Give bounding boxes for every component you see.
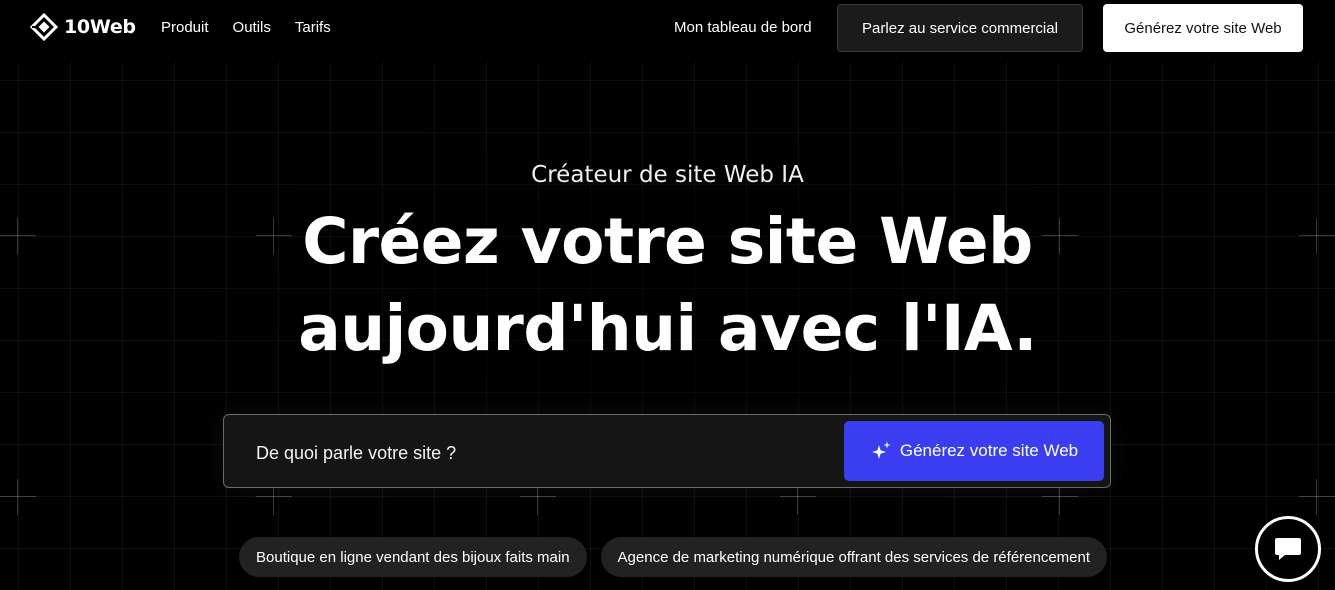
top-navigation-bar: 10Web Produit Outils Tarifs Mon tableau …: [0, 0, 1335, 58]
page: 10Web Produit Outils Tarifs Mon tableau …: [0, 0, 1335, 590]
site-description-input[interactable]: [254, 439, 838, 467]
headline-line-2: aujourd'hui avec l'IA.: [298, 292, 1037, 365]
header-generate-site-button[interactable]: Générez votre site Web: [1103, 4, 1303, 52]
diamond-logo-icon: [30, 13, 58, 41]
sparkle-icon: [871, 441, 891, 459]
contact-sales-button[interactable]: Parlez au service commercial: [837, 4, 1083, 52]
prompt-box: Générez votre site Web: [223, 414, 1111, 488]
chat-bubble-icon: [1275, 538, 1301, 560]
suggestion-chip-jewelry[interactable]: Boutique en ligne vendant des bijoux fai…: [239, 537, 587, 577]
nav-item-tarifs[interactable]: Tarifs: [295, 19, 331, 36]
main-nav: Produit Outils Tarifs: [161, 19, 331, 36]
nav-item-produit[interactable]: Produit: [161, 19, 209, 36]
chat-widget-button[interactable]: [1255, 516, 1321, 582]
dashboard-link[interactable]: Mon tableau de bord: [674, 19, 812, 36]
generate-site-button-label: Générez votre site Web: [899, 441, 1079, 460]
suggestion-chip-marketing[interactable]: Agence de marketing numérique offrant de…: [600, 537, 1108, 577]
hero-subtitle: Créateur de site Web IA: [531, 162, 804, 188]
nav-item-outils[interactable]: Outils: [233, 19, 271, 36]
hero-headline: Créez votre site Web aujourd'hui avec l'…: [0, 198, 1335, 372]
generate-site-button[interactable]: Générez votre site Web: [844, 421, 1104, 481]
headline-line-1: Créez votre site Web: [302, 205, 1033, 278]
suggestion-chips: Boutique en ligne vendant des bijoux fai…: [239, 537, 1108, 577]
brand-logo[interactable]: 10Web: [30, 13, 136, 41]
brand-name: 10Web: [64, 16, 136, 38]
